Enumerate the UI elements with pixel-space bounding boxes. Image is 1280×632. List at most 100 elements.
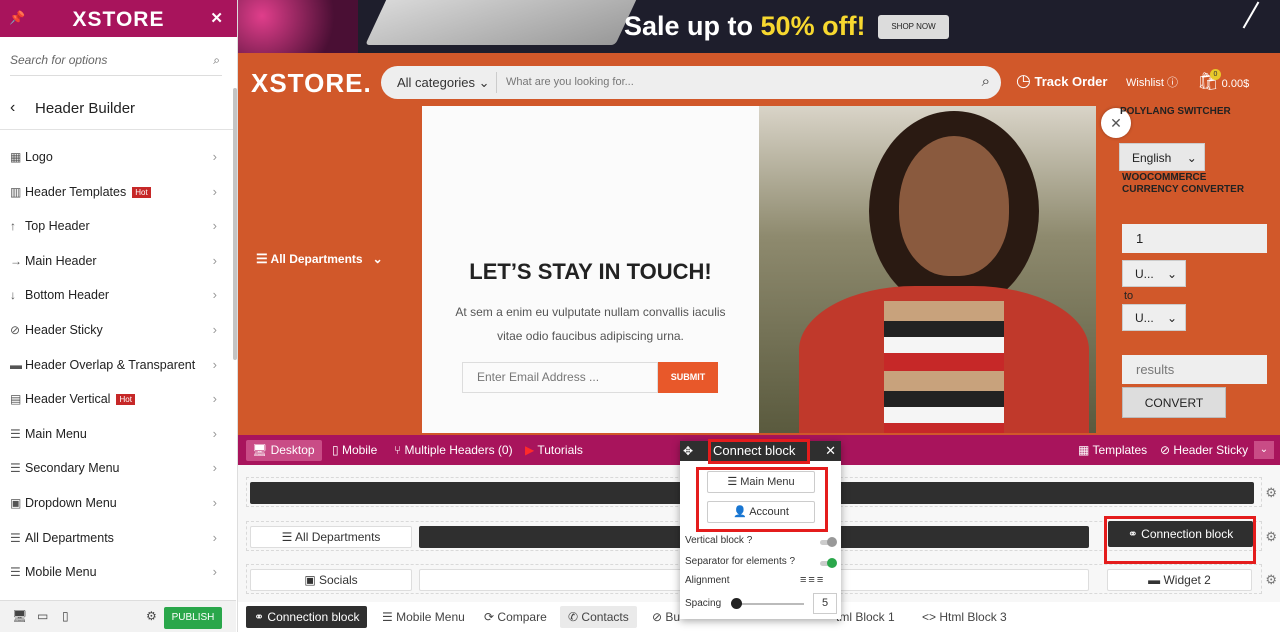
sidebar-item-secondary-menu[interactable]: ☰ Secondary Menu › (0, 451, 230, 486)
separator-toggle[interactable] (820, 558, 837, 568)
email-field[interactable]: Enter Email Address ... (462, 362, 658, 393)
sidebar-item-top-header[interactable]: ↑ Top Header › (0, 209, 230, 244)
widget2-element[interactable]: ▬ Widget 2 (1107, 569, 1252, 591)
highlight-box (696, 467, 828, 532)
socials-element[interactable]: ▣ Socials (250, 569, 412, 591)
tablet-device-icon[interactable]: ▭ (37, 609, 48, 623)
mobile-device-icon[interactable]: ▯ (62, 609, 69, 623)
collapse-toggle[interactable]: ⌄ (1254, 441, 1274, 459)
element-connection-block[interactable]: ⚭ Connection block (246, 606, 368, 628)
folder-icon: ▬ (1148, 573, 1161, 587)
gear-icon[interactable]: ⚙ (1265, 572, 1277, 588)
newsletter-popup: LET’S STAY IN TOUCH! At sem a enim eu vu… (422, 106, 1096, 433)
templates-tab[interactable]: ▦ Templates (1078, 443, 1147, 457)
to-currency-select[interactable]: U... ⌄ (1122, 304, 1186, 331)
convert-button[interactable]: CONVERT (1122, 387, 1226, 418)
sidebar-item-header-templates[interactable]: ▥ Header Templates Hot › (0, 175, 230, 210)
track-order-link[interactable]: ◷ Track Order (1016, 71, 1107, 91)
sidebar-item-mobile-menu[interactable]: ☰ Mobile Menu › (0, 555, 230, 590)
gear-icon[interactable]: ⚙ (1265, 529, 1277, 545)
branch-icon: ⑂ (394, 443, 402, 457)
info-icon: ⓘ (1166, 77, 1178, 89)
alignment-icons[interactable]: ≡≡≡ (800, 574, 825, 586)
results-field[interactable]: results (1122, 355, 1267, 384)
refresh-icon: ⟳ (484, 610, 495, 624)
youtube-icon: ▶ (525, 443, 535, 457)
wishlist-link[interactable]: Wishlist ⓘ (1126, 74, 1178, 90)
sidebar-item-label: Mobile Menu (25, 565, 97, 580)
card-icon: ▬ (10, 357, 22, 372)
search-icon[interactable]: ⌕ (982, 73, 990, 90)
product-search[interactable]: All categories ⌄ What are you looking fo… (381, 66, 1001, 99)
header-sticky-label: Header Sticky (1173, 443, 1249, 457)
all-departments-menu[interactable]: ☰ All Departments ⌄ (256, 251, 383, 267)
element-compare[interactable]: ⟳ Compare (476, 606, 555, 628)
spacing-input[interactable]: 5 (813, 593, 837, 614)
search-placeholder: Search for options (10, 53, 108, 67)
grid-icon: ▥ (10, 184, 22, 199)
chevron-down-icon: ⌄ (1167, 267, 1178, 281)
language-select[interactable]: English ⌄ (1119, 143, 1205, 171)
sidebar-item-header-overlap[interactable]: ▬ Header Overlap & Transparent › (0, 348, 230, 383)
chevron-right-icon: › (212, 460, 217, 476)
vertical-block-label: Vertical block ? (685, 535, 753, 546)
wishlist-label: Wishlist (1126, 77, 1164, 89)
menu-icon: ☰ (10, 461, 21, 476)
sidebar-item-bottom-header[interactable]: ↓ Bottom Header › (0, 278, 230, 313)
element-mobile-menu[interactable]: ☰ Mobile Menu (374, 606, 473, 628)
search-options-input[interactable]: Search for options ⌕ (10, 44, 222, 76)
close-icon[interactable]: ✕ (825, 443, 836, 459)
shop-now-button[interactable]: SHOP NOW (878, 15, 949, 39)
promo-banner[interactable]: Sale up to 50% off! SHOP NOW (238, 0, 1280, 53)
amount-input[interactable]: 1 (1122, 224, 1267, 253)
back-arrow-icon[interactable]: ‹ (10, 99, 15, 117)
document-icon: ▤ (10, 392, 22, 407)
sidebar-topbar: 📌 XSTORE ✕ (0, 0, 237, 37)
element-html-block-3[interactable]: <> Html Block 3 (914, 606, 1015, 628)
sidebar-item-main-menu[interactable]: ☰ Main Menu › (0, 417, 230, 452)
header-widgets-panel: POLYLANG SWITCHER English ⌄ WOOCOMMERCE … (1116, 106, 1280, 433)
templates-icon: ▦ (1078, 443, 1090, 457)
category-select[interactable]: All categories ⌄ (397, 75, 490, 91)
sidebar-item-header-sticky[interactable]: ⊘ Header Sticky › (0, 313, 230, 348)
chevron-right-icon: › (212, 252, 217, 268)
all-departments-element[interactable]: ☰ All Departments (250, 526, 412, 548)
mobile-tab[interactable]: ▯ Mobile (332, 443, 377, 457)
vertical-block-toggle[interactable] (820, 537, 837, 547)
sidebar-item-header-vertical[interactable]: ▤ Header Vertical Hot › (0, 382, 230, 417)
publish-button[interactable]: PUBLISH (164, 607, 222, 629)
site-logo[interactable]: XSTORE. (251, 68, 372, 99)
laptop-image (365, 0, 641, 45)
sidebar-item-logo[interactable]: ▦ Logo › (0, 140, 230, 175)
search-input[interactable]: What are you looking for... (506, 76, 634, 88)
gear-icon[interactable]: ⚙ (1265, 485, 1277, 501)
desktop-device-icon[interactable]: 🖥 (12, 609, 27, 623)
banner-decoration (238, 0, 358, 53)
move-icon[interactable]: ✥ (683, 444, 693, 458)
multiple-headers-tab[interactable]: ⑂ Multiple Headers (0) (394, 443, 513, 457)
sidebar-item-dropdown-menu[interactable]: ▣ Dropdown Menu › (0, 486, 230, 521)
polylang-title: POLYLANG SWITCHER (1120, 106, 1231, 117)
element-contacts[interactable]: ✆ Contacts (560, 606, 637, 628)
sidebar-item-all-departments[interactable]: ☰ All Departments › (0, 521, 230, 556)
from-currency-select[interactable]: U... ⌄ (1122, 260, 1186, 287)
separator-label: Separator for elements ? (685, 556, 796, 567)
element-label: Socials (319, 573, 358, 587)
gear-icon[interactable]: ⚙ (146, 609, 157, 623)
close-icon[interactable]: ✕ (210, 9, 223, 27)
menu-icon: ☰ (10, 530, 21, 545)
chevron-right-icon: › (212, 149, 217, 164)
slider-handle[interactable] (731, 598, 742, 609)
sidebar-item-main-header[interactable]: → Main Header › (0, 244, 230, 279)
cart-total: 0.00$ (1221, 78, 1250, 90)
image-icon: ▦ (10, 150, 22, 164)
sidebar-scrollbar[interactable] (233, 88, 237, 360)
submit-button[interactable]: SUBMIT (658, 362, 718, 393)
header-sticky-tab[interactable]: ⊘ Header Sticky (1160, 443, 1248, 457)
toggle-knob (827, 558, 837, 568)
tutorials-tab[interactable]: ▶ Tutorials (525, 443, 583, 457)
desktop-tab[interactable]: 🖥 Desktop (246, 440, 322, 461)
toggle-knob (827, 537, 837, 547)
spacing-slider[interactable] (734, 603, 804, 605)
cart-link[interactable]: 🛍 0 0.00$ (1197, 69, 1250, 92)
